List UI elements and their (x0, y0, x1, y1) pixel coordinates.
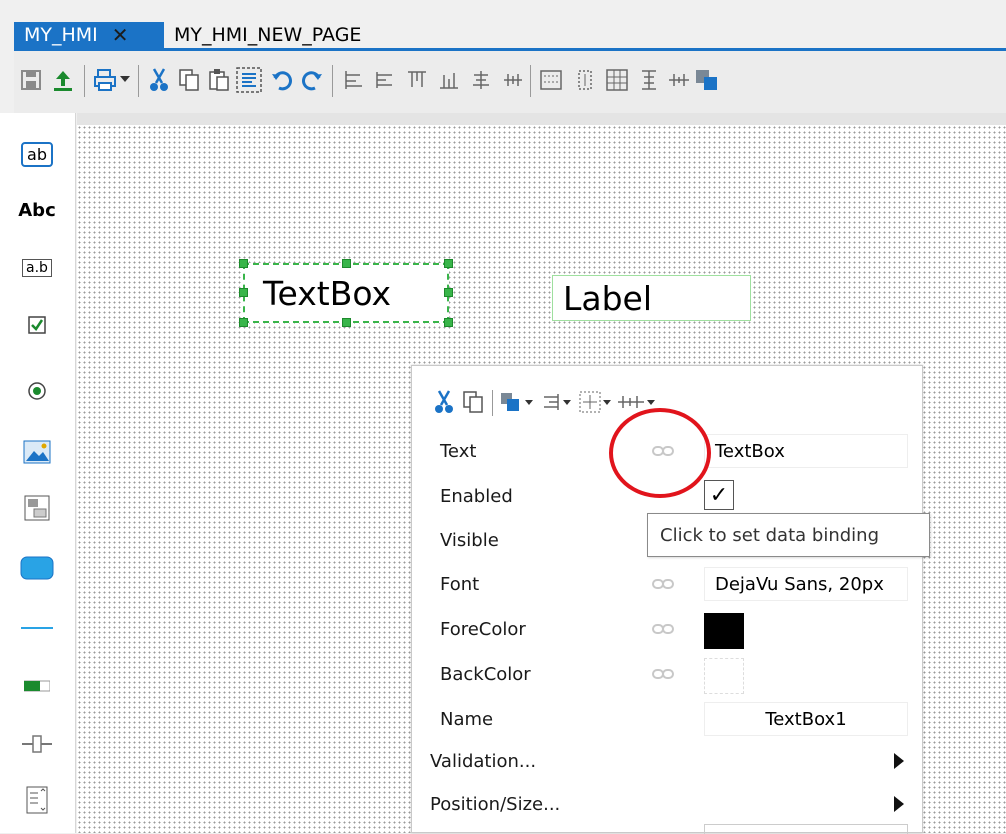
space-icon[interactable] (636, 65, 662, 95)
slider-tool-icon[interactable] (20, 727, 54, 761)
close-icon[interactable]: ✕ (112, 23, 129, 47)
group-position-size[interactable]: Position/Size... (412, 784, 924, 828)
property-row-font: Font DejaVu Sans, 20px (412, 564, 924, 608)
hmi-label-element[interactable]: Label (552, 275, 751, 321)
name-value-field[interactable]: TextBox1 (704, 702, 908, 736)
ruler-strip (77, 113, 1006, 125)
forecolor-swatch[interactable] (704, 613, 744, 649)
font-value-field[interactable]: DejaVu Sans, 20px (704, 567, 908, 601)
resize-handle[interactable] (239, 318, 248, 327)
select-all-icon[interactable] (236, 65, 262, 95)
align-center-icon[interactable] (372, 65, 398, 95)
dropdown-icon[interactable] (118, 65, 132, 95)
copy-icon[interactable] (462, 388, 484, 416)
undo-icon[interactable] (270, 65, 296, 95)
tab-bar: MY_HMI ✕ MY_HMI_NEW_PAGE (0, 0, 1006, 50)
resize-handle[interactable] (444, 288, 453, 297)
image-tool-icon[interactable] (20, 435, 54, 469)
align-icon[interactable] (540, 388, 572, 416)
save-icon[interactable] (18, 65, 44, 95)
resize-handle[interactable] (342, 318, 351, 327)
copy-icon[interactable] (176, 65, 202, 95)
expand-arrow-icon (894, 796, 904, 812)
tab-label: MY_HMI (24, 24, 98, 46)
paste-icon[interactable] (206, 65, 232, 95)
resize-handle[interactable] (239, 288, 248, 297)
toolbox: ab Abc a.b (0, 113, 76, 833)
link-icon[interactable] (652, 576, 674, 595)
data-binding-tooltip: Click to set data binding (647, 513, 930, 557)
tab-label: MY_HMI_NEW_PAGE (174, 24, 362, 46)
hmi-textbox-text: TextBox (263, 273, 392, 313)
link-icon[interactable] (652, 666, 674, 685)
checkbox-tool-icon[interactable] (20, 308, 54, 342)
cut-icon[interactable] (432, 388, 456, 416)
redo-icon[interactable] (298, 65, 324, 95)
resize-handle[interactable] (444, 259, 453, 268)
hmi-label-text: Label (563, 278, 653, 318)
line-tool-icon[interactable] (20, 611, 54, 645)
size-icon[interactable] (572, 65, 598, 95)
input-tool-icon[interactable]: a.b (20, 251, 54, 285)
resize-handle[interactable] (239, 259, 248, 268)
resize-handle[interactable] (444, 318, 453, 327)
align-bottom-icon[interactable] (436, 65, 462, 95)
resize-handle[interactable] (342, 259, 351, 268)
button-tool-icon[interactable] (20, 551, 54, 585)
align-middle-icon[interactable] (468, 65, 494, 95)
upload-icon[interactable] (50, 65, 76, 95)
textbox-tool-icon[interactable]: ab (20, 137, 54, 171)
link-icon[interactable] (652, 621, 674, 640)
property-row-forecolor: ForeColor (412, 609, 924, 653)
group-validation[interactable]: Validation... (412, 741, 924, 785)
print-icon[interactable] (92, 65, 118, 95)
cut-icon[interactable] (146, 65, 172, 95)
enabled-checkbox[interactable]: ✓ (704, 480, 734, 510)
progressbar-tool-icon[interactable] (20, 669, 54, 703)
size-icon[interactable] (578, 388, 612, 416)
expand-arrow-icon (894, 753, 904, 769)
tab-my-hmi-new-page[interactable]: MY_HMI_NEW_PAGE (164, 22, 371, 48)
radio-tool-icon[interactable] (20, 374, 54, 408)
panel-tool-icon[interactable] (20, 491, 54, 525)
property-row-backcolor: BackColor (412, 654, 924, 698)
align-top-icon[interactable] (404, 65, 430, 95)
highlight-circle (609, 408, 711, 498)
hmi-textbox-element[interactable]: TextBox (243, 263, 449, 323)
main-toolbar (14, 51, 1006, 113)
property-row-name: Name TextBox1 (412, 699, 924, 743)
distribute-icon[interactable] (500, 65, 526, 95)
backcolor-swatch[interactable] (704, 658, 744, 694)
text-value-field[interactable]: TextBox (704, 434, 908, 468)
group-icon[interactable] (538, 65, 564, 95)
bring-front-icon[interactable] (694, 65, 720, 95)
listbox-tool-icon[interactable] (20, 783, 54, 817)
label-tool-icon[interactable]: Abc (18, 193, 56, 227)
tab-my-hmi[interactable]: MY_HMI ✕ (14, 22, 164, 48)
bring-front-icon[interactable] (500, 388, 534, 416)
align-left-icon[interactable] (340, 65, 366, 95)
layer-icon[interactable] (666, 65, 692, 95)
grid-icon[interactable] (604, 65, 630, 95)
